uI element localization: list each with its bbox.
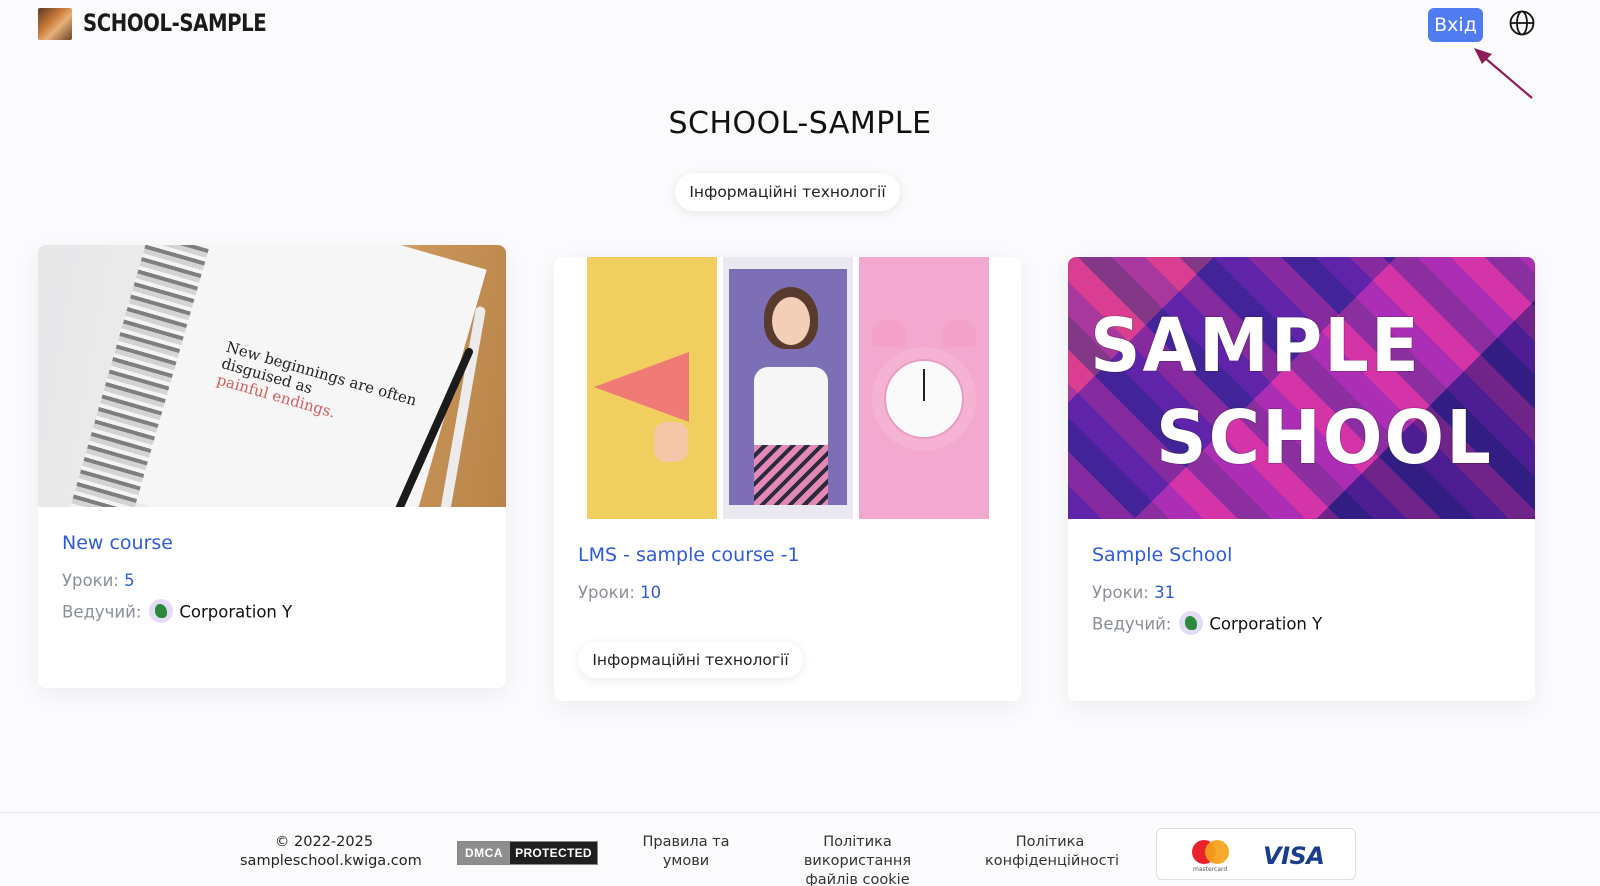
header: SCHOOL-SAMPLE Вхід [0,0,1600,99]
course-image-sample-school[interactable]: SAMPLE SCHOOL [1068,257,1535,519]
woman-pants-shape [754,445,828,505]
course-title[interactable]: New course [62,532,173,554]
category-filter-pill[interactable]: Інформаційні технології [675,173,900,211]
course-card[interactable]: New beginnings are often disguised as pa… [38,245,506,688]
megaphone-shape [594,352,689,422]
course-card[interactable]: SAMPLE SCHOOL Sample School Уроки: 31 Ве… [1068,257,1535,701]
course-image-notebook[interactable]: New beginnings are often disguised as pa… [38,245,506,507]
host-avatar-icon [149,599,174,623]
clock-bell-right [942,319,976,347]
dmca-badge[interactable]: DMCA PROTECTED [457,841,598,865]
hand-shape [654,422,688,462]
page-title: SCHOOL-SAMPLE [668,106,932,141]
clock-hand [923,369,925,401]
footer: © 2022-2025 sampleschool.kwiga.com DMCA … [0,812,1600,886]
course-lessons: Уроки: 31 [1092,583,1176,602]
mastercard-icon-overlap [1205,840,1229,864]
logo-text[interactable]: SCHOOL-SAMPLE [83,9,267,37]
course-lessons: Уроки: 10 [578,583,662,602]
course-title[interactable]: Sample School [1092,544,1232,566]
course-lessons: Уроки: 5 [62,571,135,590]
login-button[interactable]: Вхід [1428,8,1483,42]
woman-head-shape [772,297,810,345]
mastercard-label: mastercard [1193,866,1228,873]
logo-image[interactable] [38,8,72,40]
host-avatar-icon [1179,611,1204,635]
image-text-line: SAMPLE [1090,303,1421,389]
course-card[interactable]: LMS - sample course -1 Уроки: 10 Інформа… [554,257,1021,701]
image-text-line: SCHOOL [1156,395,1493,481]
woman-shirt-shape [754,367,828,447]
course-title[interactable]: LMS - sample course -1 [578,544,800,566]
footer-link-privacy[interactable]: Політика конфіденційності [985,833,1119,871]
annotation-arrow-icon [1474,48,1533,99]
course-host: Ведучий: Corporation Y [62,599,292,625]
payment-methods: mastercard VISA [1156,828,1356,880]
footer-link-terms[interactable]: Правила та умови [640,833,732,871]
footer-link-cookies[interactable]: Політика використання файлів cookie [770,833,945,886]
course-image-collage[interactable] [554,257,1021,519]
course-tag-pill[interactable]: Інформаційні технології [578,642,803,678]
footer-copyright: © 2022-2025 sampleschool.kwiga.com [240,834,422,869]
clock-bell-left [872,319,906,347]
globe-icon[interactable] [1508,9,1536,37]
visa-logo: VISA [1263,842,1325,870]
course-host: Ведучий: Corporation Y [1092,611,1322,637]
